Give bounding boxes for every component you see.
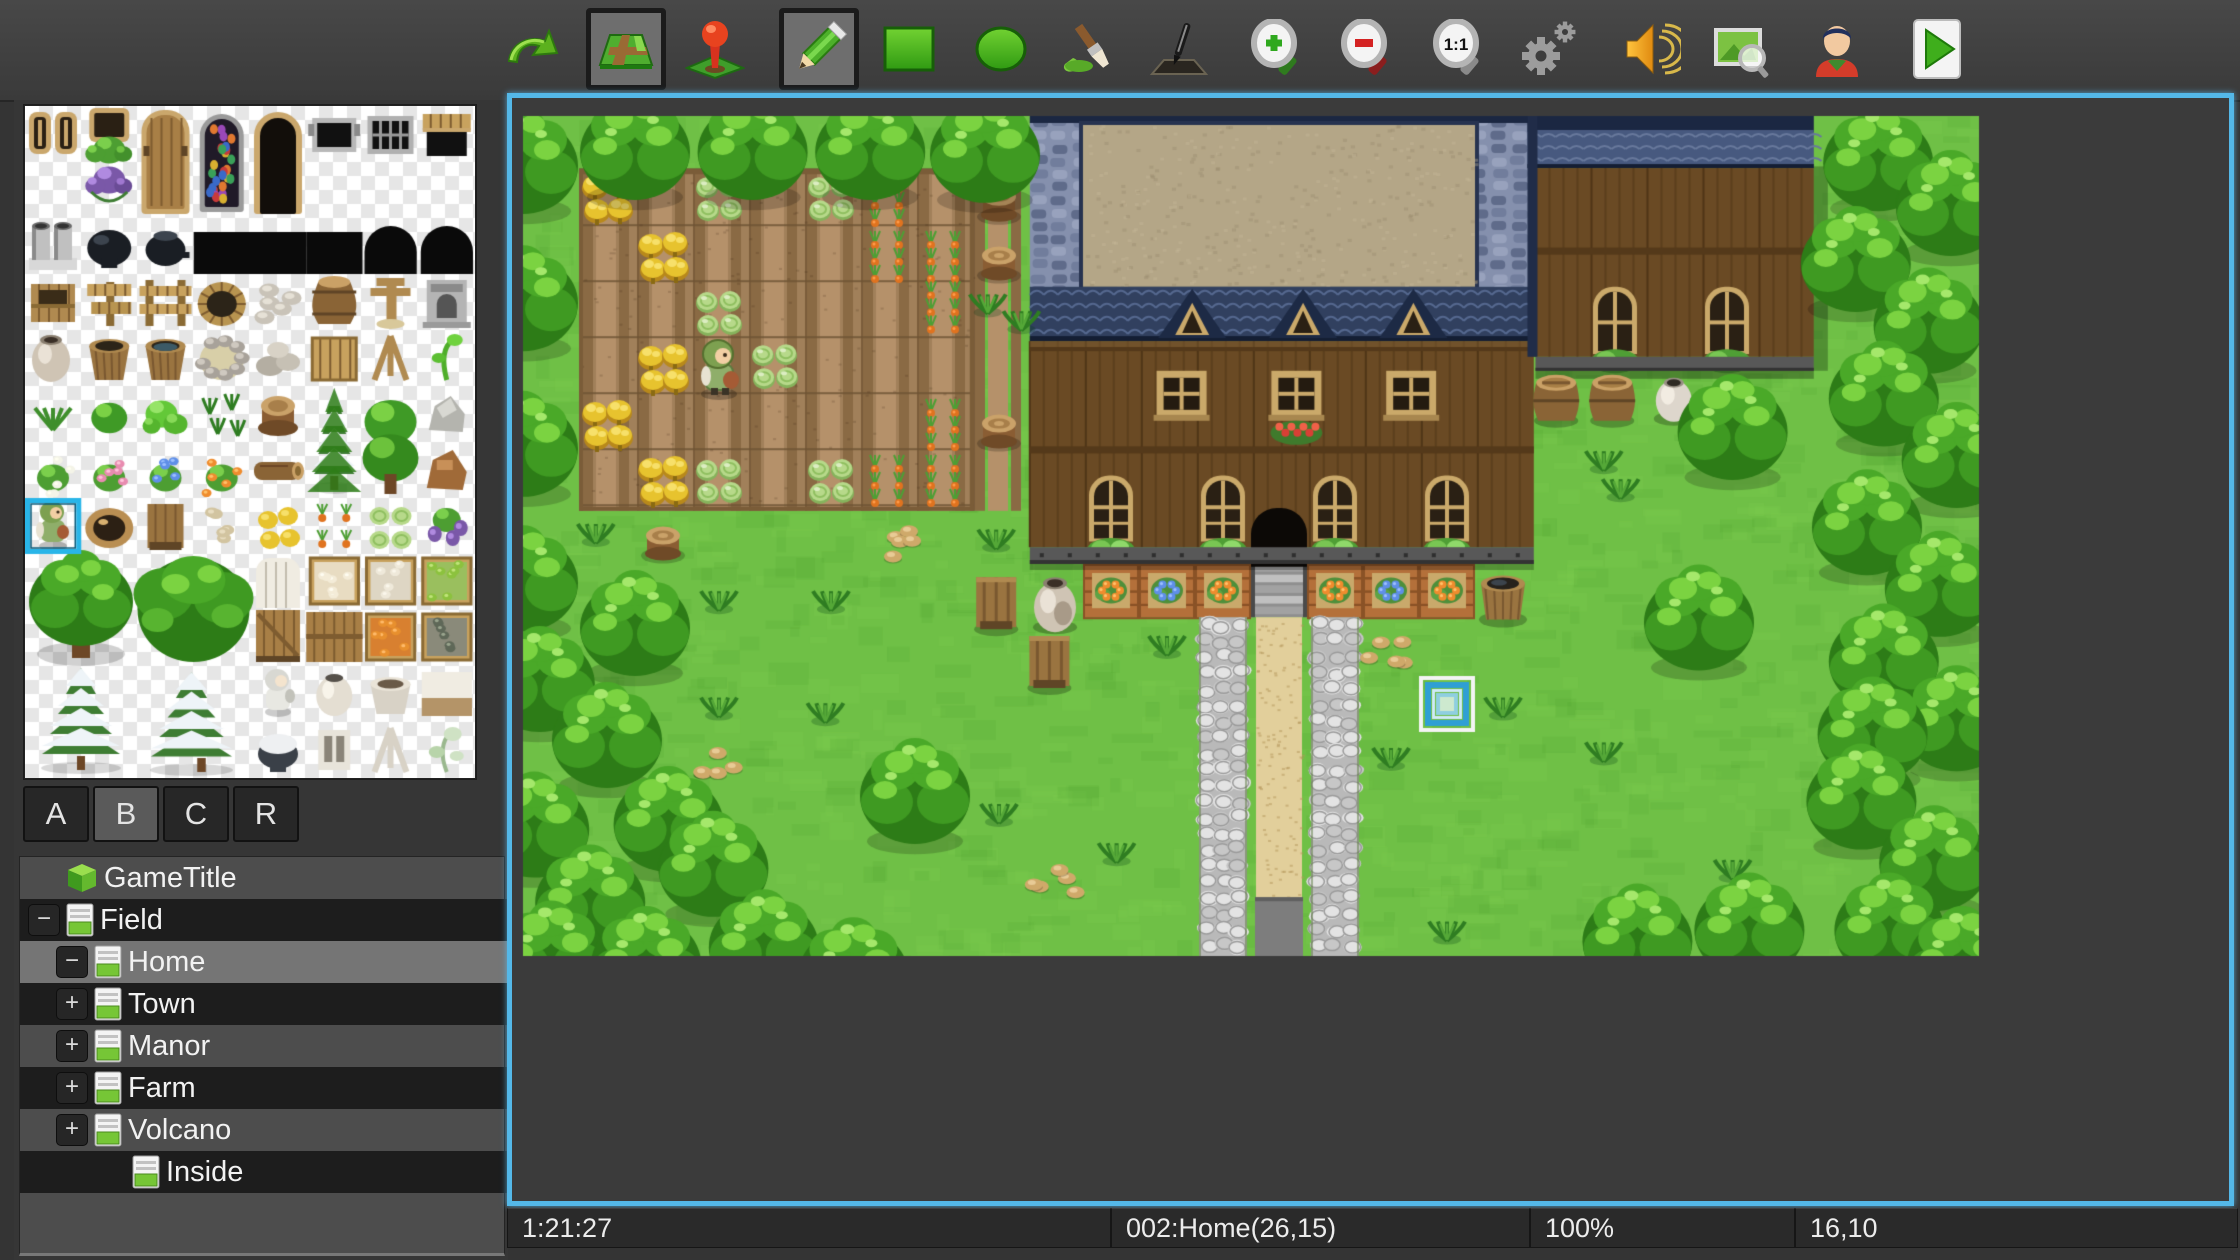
play-icon [1910,18,1964,80]
expand-icon[interactable]: + [56,1072,88,1104]
map-viewport [507,93,2234,1206]
flood-fill-icon [1059,20,1119,78]
event-pin-icon [685,18,745,80]
gear-icon [1517,18,1581,80]
tab-c-label: C [185,796,207,832]
maptree-label: Volcano [128,1114,231,1147]
status-map-info: 002:Home(26,15) [1111,1208,1530,1248]
tile-palette-canvas[interactable] [25,106,475,778]
map-page-icon [66,903,94,937]
image-search-icon [1712,20,1774,78]
zoom-in-icon [1248,19,1306,79]
zoom-in-button[interactable] [1246,18,1308,80]
maptree-item-inside[interactable]: Inside [20,1151,578,1193]
maptree-label: Field [100,904,163,937]
left-panel: A B C R GameTitle−Field−Home+Town+Manor+… [14,100,508,1260]
pencil-icon [789,19,849,79]
map-tree: GameTitle−Field−Home+Town+Manor+Farm+Vol… [19,856,505,1256]
maptree-item-farm[interactable]: + Farm [20,1067,540,1109]
rpg-maker-editor-window: 1:1 [0,0,2240,1260]
map-edit-mode-icon [596,21,656,77]
ellipse-icon [973,24,1029,74]
ellipse-tool-button[interactable] [970,18,1032,80]
zoom-out-button[interactable] [1336,18,1398,80]
shadow-pen-icon [1150,20,1212,78]
resource-manager-button[interactable] [1712,18,1774,80]
maptree-label: Manor [128,1030,210,1063]
map-page-icon [94,1113,122,1147]
expand-icon[interactable]: + [56,1030,88,1062]
undo-icon [501,19,561,79]
actual-size-icon: 1:1 [1430,19,1488,79]
character-generator-button[interactable] [1806,18,1868,80]
maptree-item-manor[interactable]: + Manor [20,1025,540,1067]
status-zoom-level: 100% [1530,1208,1795,1248]
tab-a[interactable]: A [23,786,89,842]
map-page-icon [94,987,122,1021]
maptree-item-field[interactable]: − Field [20,899,512,941]
event-edit-mode-button[interactable] [684,18,746,80]
map-page-icon [94,1071,122,1105]
tab-b[interactable]: B [93,786,159,842]
maptree-label: GameTitle [104,862,237,895]
tile-palette [23,104,477,780]
map-edit-mode-button[interactable] [586,8,666,90]
project-cube-icon [66,862,98,894]
maptree-label: Farm [128,1072,196,1105]
collapse-icon[interactable]: − [56,946,88,978]
rectangle-icon [881,24,937,74]
maptree-item-home[interactable]: − Home [20,941,540,983]
maptree-item-volcano[interactable]: + Volcano [20,1109,540,1151]
maptree-label: Inside [166,1156,243,1189]
rectangle-tool-button[interactable] [878,18,940,80]
tab-r[interactable]: R [233,786,299,842]
pencil-tool-button[interactable] [779,8,859,90]
expand-icon[interactable]: + [56,1114,88,1146]
tab-r-label: R [255,796,277,832]
status-cursor-coords: 16,10 [1795,1208,2238,1248]
map-canvas[interactable] [512,98,2229,1201]
options-button[interactable] [1518,18,1580,80]
flood-fill-tool-button[interactable] [1058,18,1120,80]
svg-text:1:1: 1:1 [1444,35,1469,54]
map-page-icon [94,1029,122,1063]
map-page-icon [94,945,122,979]
actual-size-button[interactable]: 1:1 [1428,18,1490,80]
speaker-icon [1621,19,1681,79]
expand-icon[interactable]: + [56,988,88,1020]
map-page-icon [132,1155,160,1189]
status-time: 1:21:27 [507,1208,1111,1248]
sound-test-button[interactable] [1620,18,1682,80]
status-bar: 1:21:27 002:Home(26,15) 100% 16,10 [507,1208,2238,1250]
tab-c[interactable]: C [163,786,229,842]
collapse-icon[interactable]: − [28,904,60,936]
tab-b-label: B [116,796,137,832]
maptree-item-town[interactable]: + Town [20,983,540,1025]
zoom-out-icon [1338,19,1396,79]
character-icon [1808,19,1866,79]
toolbar: 1:1 [0,0,2240,102]
shadow-pen-tool-button[interactable] [1150,18,1212,80]
maptree-item-gametitle[interactable]: GameTitle [20,857,512,899]
tab-a-label: A [46,796,67,832]
undo-button[interactable] [500,18,562,80]
maptree-label: Home [128,946,205,979]
playtest-button[interactable] [1906,18,1968,80]
maptree-label: Town [128,988,196,1021]
